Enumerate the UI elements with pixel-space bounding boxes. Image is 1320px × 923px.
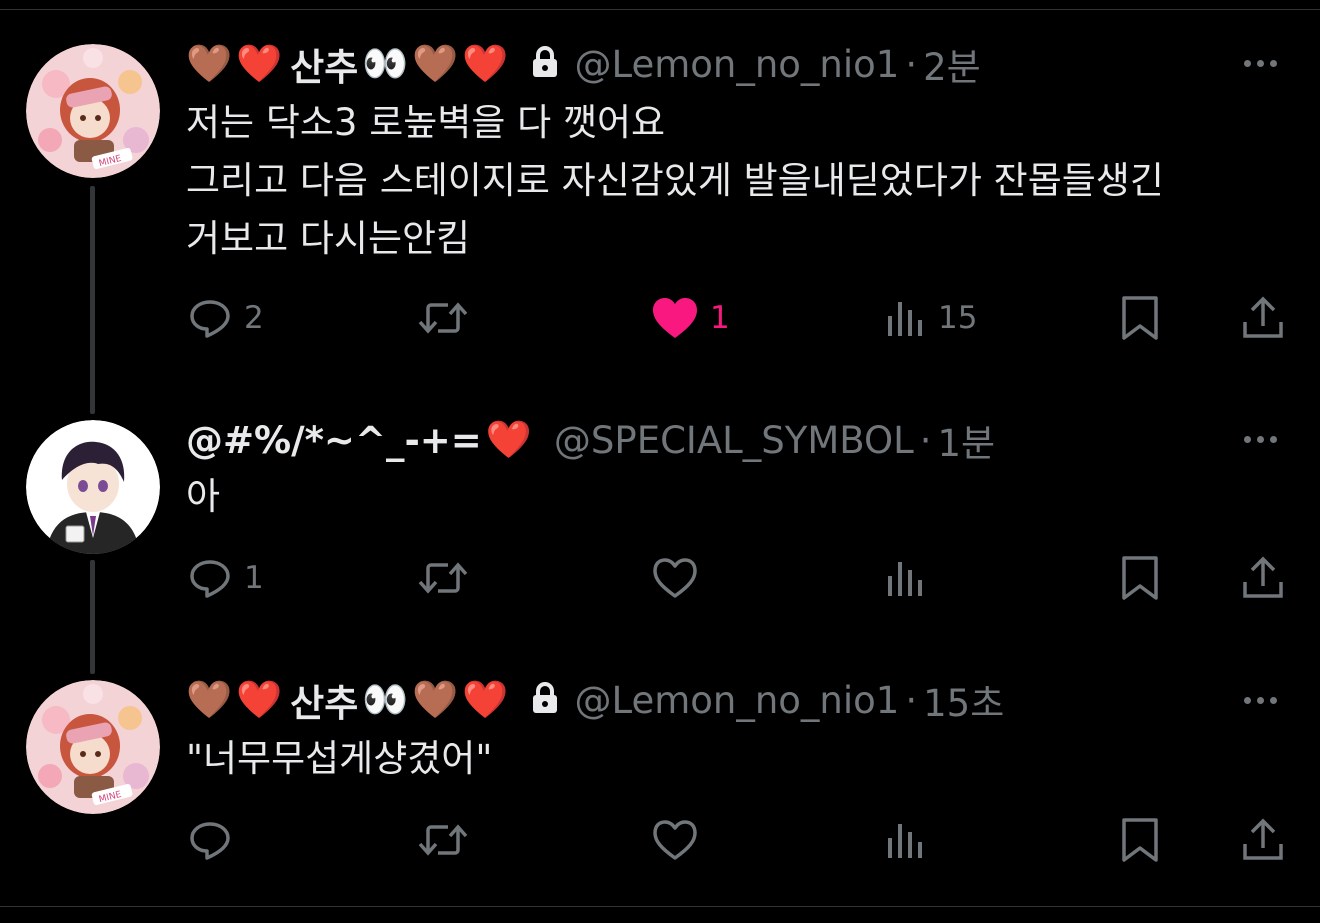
views-button[interactable]: 15 xyxy=(884,292,977,344)
tweet-text-line: 아 xyxy=(186,475,221,518)
avatar[interactable]: MINE xyxy=(26,44,160,178)
share-icon xyxy=(1243,818,1283,860)
reply-button[interactable]: 1 xyxy=(186,552,264,604)
retweet-button[interactable] xyxy=(416,292,470,344)
views-button[interactable] xyxy=(884,814,928,866)
display-name-text: @#%/*~^_-+= xyxy=(186,418,482,462)
share-icon xyxy=(1243,296,1283,338)
display-name[interactable]: 🤎 ❤️ 산추 👀 🤎 ❤️ xyxy=(186,673,512,727)
more-options-icon[interactable] xyxy=(1244,436,1277,443)
brown-heart-emoji: 🤎 xyxy=(412,42,459,85)
tweet-header: @#%/*~^_-+= ❤️ @SPECIAL_SYMBOL · 1분 xyxy=(186,414,995,466)
action-bar xyxy=(186,814,1286,866)
views-icon xyxy=(888,824,922,858)
display-name[interactable]: 🤎 ❤️ 산추 👀 🤎 ❤️ xyxy=(186,37,512,91)
divider xyxy=(0,9,1320,10)
separator: · xyxy=(905,678,918,722)
timestamp[interactable]: 1분 xyxy=(938,413,996,467)
timestamp[interactable]: 15초 xyxy=(923,673,1004,727)
retweet-icon xyxy=(418,302,468,334)
like-button[interactable] xyxy=(650,552,700,604)
separator: · xyxy=(919,418,932,462)
divider xyxy=(0,906,1320,907)
views-icon xyxy=(888,562,922,596)
brown-heart-emoji: 🤎 xyxy=(186,42,233,85)
share-icon xyxy=(1243,556,1283,598)
reply-icon xyxy=(190,822,230,860)
heart-outline-icon xyxy=(653,558,697,598)
retweet-button[interactable] xyxy=(416,814,470,866)
reply-button[interactable]: 2 xyxy=(186,292,264,344)
bookmark-button[interactable] xyxy=(1118,552,1162,604)
tweet-text-line: 거보고 다시는안킴 xyxy=(186,217,471,260)
views-count: 15 xyxy=(938,300,978,336)
bookmark-icon xyxy=(1122,296,1158,340)
eyes-emoji: 👀 xyxy=(362,42,409,85)
retweet-button[interactable] xyxy=(416,552,470,604)
like-count: 1 xyxy=(710,300,730,336)
display-name[interactable]: @#%/*~^_-+= ❤️ xyxy=(186,418,536,462)
eyes-emoji: 👀 xyxy=(362,678,409,721)
reply-icon xyxy=(190,300,230,338)
tweet-text-line: "너무무섭게샹겼어" xyxy=(186,737,493,780)
display-name-text: 산추 xyxy=(290,682,359,725)
bookmark-button[interactable] xyxy=(1118,292,1162,344)
avatar[interactable]: MINE xyxy=(26,680,160,814)
views-button[interactable] xyxy=(884,552,928,604)
reply-count: 2 xyxy=(244,300,264,336)
like-button[interactable]: 1 xyxy=(650,292,730,344)
action-bar: 1 xyxy=(186,552,1286,604)
tweet-text: 아 xyxy=(186,468,220,526)
brown-heart-emoji: 🤎 xyxy=(412,678,459,721)
like-button[interactable] xyxy=(650,814,700,866)
thread-view: MINE 🤎 ❤️ 산추 👀 🤎 ❤️ @Lemon_no_nio1 · 2분 … xyxy=(0,0,1320,923)
heart-filled-icon xyxy=(653,298,697,338)
tweet-text-line: 그리고 다음 스테이지로 자신감있게 발을내딛었다가 잔몹들생긴 xyxy=(186,159,1164,202)
tweet-text: "너무무섭게샹겼어" xyxy=(186,730,492,788)
action-bar: 2 1 15 xyxy=(186,292,1286,344)
share-button[interactable] xyxy=(1240,552,1286,604)
thread-line xyxy=(90,186,95,414)
red-heart-emoji: ❤️ xyxy=(462,42,509,85)
bookmark-icon xyxy=(1122,818,1158,862)
user-handle[interactable]: @Lemon_no_nio1 xyxy=(574,679,899,722)
timestamp[interactable]: 2분 xyxy=(923,37,981,91)
red-heart-emoji: ❤️ xyxy=(462,678,509,721)
display-name-text: 산추 xyxy=(290,46,359,89)
red-heart-emoji: ❤️ xyxy=(485,418,532,461)
share-button[interactable] xyxy=(1240,292,1286,344)
retweet-icon xyxy=(418,824,468,856)
more-options-icon[interactable] xyxy=(1244,697,1277,704)
tweet-text: 저는 닥소3 로높벽을 다 깻어요 그리고 다음 스테이지로 자신감있게 발을내… xyxy=(186,94,1164,268)
retweet-icon xyxy=(418,562,468,594)
tweet-text-line: 저는 닥소3 로높벽을 다 깻어요 xyxy=(186,101,666,144)
reply-icon xyxy=(190,560,230,598)
separator: · xyxy=(905,42,918,86)
tweet-header: 🤎 ❤️ 산추 👀 🤎 ❤️ @Lemon_no_nio1 · 15초 xyxy=(186,674,1004,726)
brown-heart-emoji: 🤎 xyxy=(186,678,233,721)
reply-button[interactable] xyxy=(186,814,234,866)
avatar[interactable] xyxy=(26,420,160,554)
heart-outline-icon xyxy=(653,820,697,860)
thread-line xyxy=(90,560,95,674)
lock-icon xyxy=(530,681,560,719)
reply-count: 1 xyxy=(244,560,264,596)
red-heart-emoji: ❤️ xyxy=(236,42,283,85)
bookmark-button[interactable] xyxy=(1118,814,1162,866)
user-handle[interactable]: @SPECIAL_SYMBOL xyxy=(554,419,914,462)
red-heart-emoji: ❤️ xyxy=(236,678,283,721)
views-icon xyxy=(888,302,922,336)
bookmark-icon xyxy=(1122,556,1158,600)
more-options-icon[interactable] xyxy=(1244,60,1277,67)
lock-icon xyxy=(530,45,560,83)
user-handle[interactable]: @Lemon_no_nio1 xyxy=(574,43,899,86)
tweet-header: 🤎 ❤️ 산추 👀 🤎 ❤️ @Lemon_no_nio1 · 2분 xyxy=(186,38,981,90)
share-button[interactable] xyxy=(1240,814,1286,866)
